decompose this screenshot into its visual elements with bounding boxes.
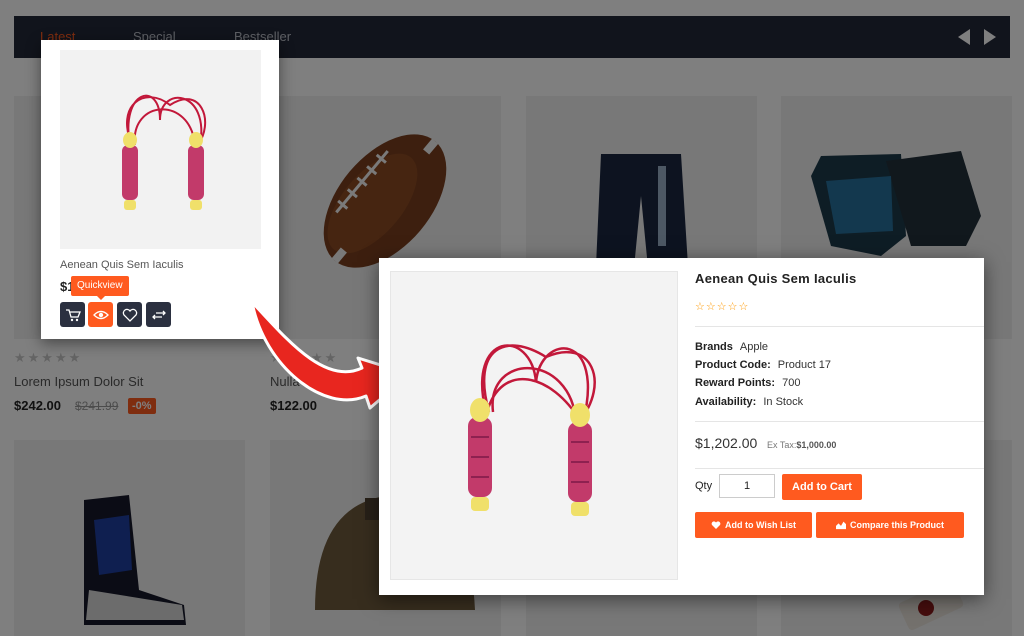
add-to-cart-label: Add to Cart [792,481,852,493]
compare-icon [151,310,166,319]
brand-label: Brands [695,341,733,353]
brand-link[interactable]: Apple [740,341,768,353]
detail-reward-points: Reward Points: 700 [695,377,800,389]
product-title: Aenean Quis Sem Iaculis [695,271,857,286]
chart-icon [835,521,846,530]
reward-points-label: Reward Points: [695,377,776,389]
product-code-value: Product 17 [777,359,831,371]
rating-stars: ☆☆☆☆☆ [695,301,750,313]
quickview-tooltip: Quickview [71,276,129,300]
availability-value: In Stock [763,396,804,408]
wishlist-button[interactable] [117,302,142,327]
jump-rope-image [468,344,596,516]
detail-availability: Availability: In Stock [695,396,803,408]
add-to-cart-button[interactable] [60,302,85,327]
add-to-cart-button[interactable]: Add to Cart [782,474,862,500]
qty-label: Qty [695,480,713,492]
ex-tax-value: $1,000.00 [796,440,837,450]
quickview-button[interactable] [88,302,113,327]
divider [695,468,984,469]
jump-rope-image [122,94,207,210]
heart-icon [711,521,721,529]
add-to-wishlist-label: Add to Wish List [725,520,796,530]
product-price: $1,202.00 [695,435,758,451]
reward-points-value: 700 [782,377,801,389]
compare-product-button[interactable]: Compare this Product [816,512,964,538]
quantity-input[interactable] [719,474,775,498]
heart-icon [122,308,137,322]
product-code-label: Product Code: [695,359,771,371]
divider [695,326,984,327]
eye-icon [92,310,109,319]
product-main-image [390,271,678,580]
compare-product-label: Compare this Product [849,520,944,530]
compare-button[interactable] [146,302,171,327]
cart-icon [65,308,81,321]
divider [695,421,984,422]
availability-label: Availability: [695,396,757,408]
detail-product-code: Product Code: Product 17 [695,359,831,371]
product-image-jump-rope[interactable] [60,50,261,249]
product-card[interactable]: Aenean Quis Sem Iaculis $1 Quickview [41,40,279,339]
add-to-wishlist-button[interactable]: Add to Wish List [695,512,812,538]
ex-tax-label: Ex Tax: [767,440,797,450]
quickview-modal: Aenean Quis Sem Iaculis ☆☆☆☆☆ Brands Appl… [379,258,984,595]
product-name[interactable]: Aenean Quis Sem Iaculis [60,259,184,271]
detail-brand: Brands Apple [695,341,768,353]
ex-tax-price: Ex Tax:$1,000.00 [767,440,836,450]
